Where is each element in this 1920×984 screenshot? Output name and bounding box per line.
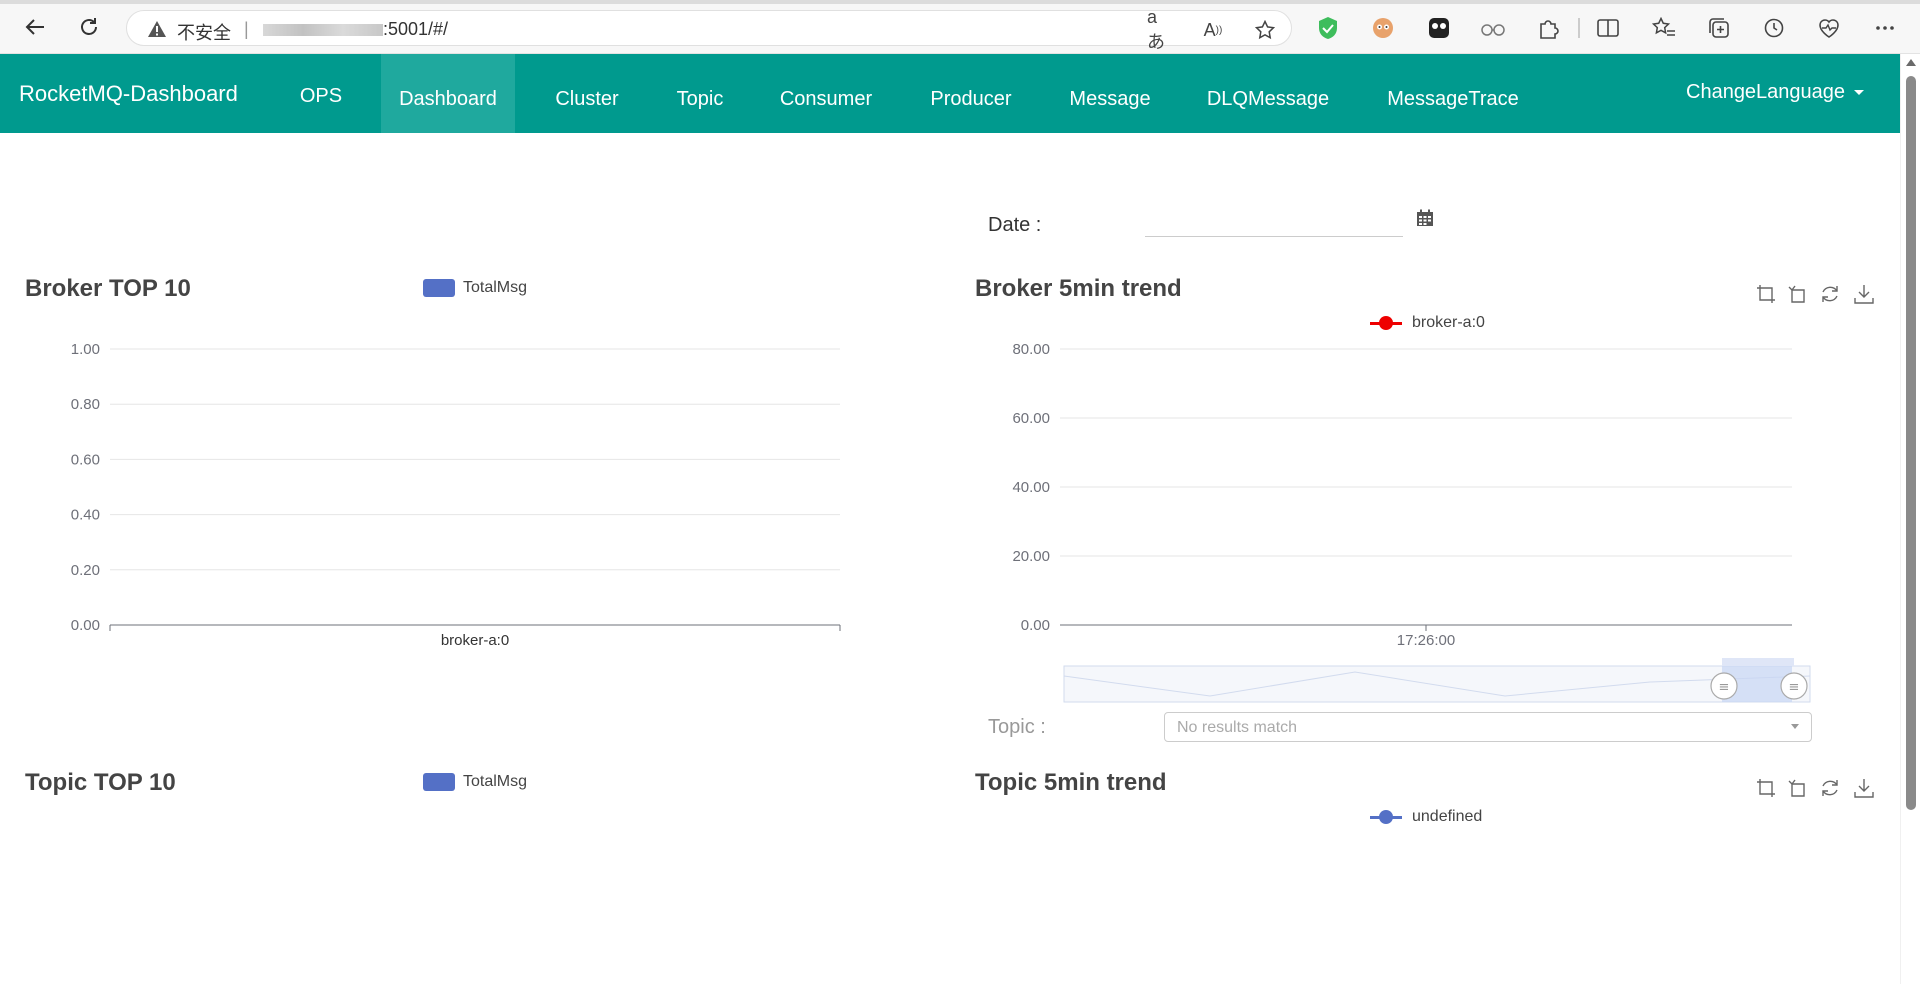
y-tick-label: 80.00 <box>1012 341 1050 358</box>
y-tick-label: 0.00 <box>71 617 100 634</box>
x-tick-label: 17:26:00 <box>1397 632 1455 649</box>
datazoom-track <box>1063 665 1811 703</box>
y-tick-label: 0.60 <box>71 451 100 468</box>
datazoom-move-handle <box>1722 658 1794 666</box>
y-tick-label: 0.40 <box>71 507 100 524</box>
y-tick-label: 0.20 <box>71 562 100 579</box>
y-tick-label: 0.80 <box>71 396 100 413</box>
y-tick-label: 40.00 <box>1012 479 1050 496</box>
datazoom-handle-grip-icon: ≡ <box>1789 680 1800 695</box>
y-tick-label: 1.00 <box>71 341 100 358</box>
y-tick-label: 60.00 <box>1012 410 1050 427</box>
datazoom-handle-grip-icon: ≡ <box>1719 680 1730 695</box>
charts-canvas: 1.00 0.80 0.60 0.40 0.20 0.00 broker-a:0 80.00 6… <box>71 341 1811 703</box>
y-tick-label: 0.00 <box>1021 617 1050 634</box>
x-tick-label: broker-a:0 <box>441 632 509 649</box>
y-tick-label: 20.00 <box>1012 548 1050 565</box>
